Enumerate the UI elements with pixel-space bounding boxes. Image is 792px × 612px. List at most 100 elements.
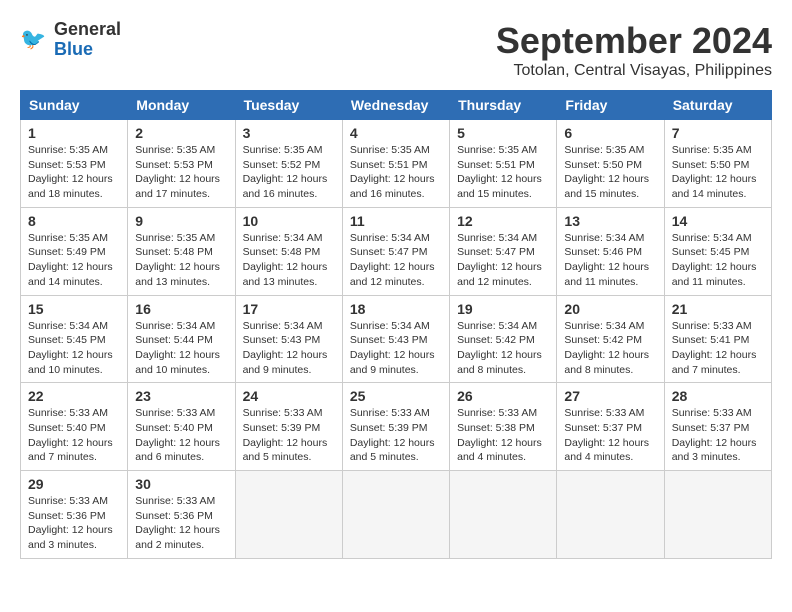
day-number: 10	[243, 213, 335, 229]
day-number: 26	[457, 388, 549, 404]
day-number: 4	[350, 125, 442, 141]
title-block: September 2024 Totolan, Central Visayas,…	[496, 20, 772, 80]
day-number: 11	[350, 213, 442, 229]
day-info: Sunrise: 5:34 AM Sunset: 5:43 PM Dayligh…	[243, 319, 335, 378]
calendar-cell: 21 Sunrise: 5:33 AM Sunset: 5:41 PM Dayli…	[664, 295, 771, 383]
calendar-header-row: SundayMondayTuesdayWednesdayThursdayFrid…	[21, 91, 772, 120]
day-number: 6	[564, 125, 656, 141]
calendar-cell: 6Sunrise: 5:35 AM Sunset: 5:50 PM Daylig…	[557, 120, 664, 208]
col-header-thursday: Thursday	[450, 91, 557, 120]
day-number: 29	[28, 476, 120, 492]
day-number: 23	[135, 388, 227, 404]
col-header-monday: Monday	[128, 91, 235, 120]
day-info: Sunrise: 5:35 AM Sunset: 5:53 PM Dayligh…	[135, 143, 227, 202]
calendar-cell: 14 Sunrise: 5:34 AM Sunset: 5:45 PM Dayli…	[664, 207, 771, 295]
day-info: Sunrise: 5:33 AM Sunset: 5:40 PM Dayligh…	[135, 406, 227, 465]
calendar-cell: 19 Sunrise: 5:34 AM Sunset: 5:42 PM Dayli…	[450, 295, 557, 383]
day-number: 1	[28, 125, 120, 141]
calendar-cell: 23 Sunrise: 5:33 AM Sunset: 5:40 PM Dayli…	[128, 383, 235, 471]
month-title: September 2024	[496, 20, 772, 62]
calendar-cell	[557, 471, 664, 559]
day-number: 20	[564, 301, 656, 317]
day-info: Sunrise: 5:33 AM Sunset: 5:36 PM Dayligh…	[28, 494, 120, 553]
calendar-cell: 25 Sunrise: 5:33 AM Sunset: 5:39 PM Dayli…	[342, 383, 449, 471]
calendar-cell: 27 Sunrise: 5:33 AM Sunset: 5:37 PM Dayli…	[557, 383, 664, 471]
day-number: 16	[135, 301, 227, 317]
week-row-3: 22Sunrise: 5:33 AM Sunset: 5:40 PM Dayli…	[21, 383, 772, 471]
calendar-cell: 16 Sunrise: 5:34 AM Sunset: 5:44 PM Dayli…	[128, 295, 235, 383]
calendar-cell: 28 Sunrise: 5:33 AM Sunset: 5:37 PM Dayli…	[664, 383, 771, 471]
col-header-wednesday: Wednesday	[342, 91, 449, 120]
day-number: 8	[28, 213, 120, 229]
day-number: 13	[564, 213, 656, 229]
calendar-cell: 3Sunrise: 5:35 AM Sunset: 5:52 PM Daylig…	[235, 120, 342, 208]
day-number: 19	[457, 301, 549, 317]
calendar-cell: 5 Sunrise: 5:35 AM Sunset: 5:51 PM Daylig…	[450, 120, 557, 208]
calendar-cell: 30Sunrise: 5:33 AM Sunset: 5:36 PM Dayli…	[128, 471, 235, 559]
calendar-cell: 11 Sunrise: 5:34 AM Sunset: 5:47 PM Dayli…	[342, 207, 449, 295]
day-number: 21	[672, 301, 764, 317]
calendar-cell: 1 Sunrise: 5:35 AM Sunset: 5:53 PM Daylig…	[21, 120, 128, 208]
calendar-cell: 15 Sunrise: 5:34 AM Sunset: 5:45 PM Dayli…	[21, 295, 128, 383]
day-info: Sunrise: 5:34 AM Sunset: 5:42 PM Dayligh…	[457, 319, 549, 378]
day-number: 28	[672, 388, 764, 404]
calendar-cell: 13 Sunrise: 5:34 AM Sunset: 5:46 PM Dayli…	[557, 207, 664, 295]
day-number: 9	[135, 213, 227, 229]
day-number: 30	[135, 476, 227, 492]
day-info: Sunrise: 5:33 AM Sunset: 5:39 PM Dayligh…	[243, 406, 335, 465]
day-info: Sunrise: 5:35 AM Sunset: 5:52 PM Dayligh…	[243, 143, 335, 202]
calendar-cell: 29 Sunrise: 5:33 AM Sunset: 5:36 PM Dayli…	[21, 471, 128, 559]
day-info: Sunrise: 5:33 AM Sunset: 5:37 PM Dayligh…	[672, 406, 764, 465]
day-number: 27	[564, 388, 656, 404]
day-info: Sunrise: 5:34 AM Sunset: 5:43 PM Dayligh…	[350, 319, 442, 378]
week-row-0: 1 Sunrise: 5:35 AM Sunset: 5:53 PM Daylig…	[21, 120, 772, 208]
calendar-cell	[235, 471, 342, 559]
day-info: Sunrise: 5:35 AM Sunset: 5:53 PM Dayligh…	[28, 143, 120, 202]
col-header-saturday: Saturday	[664, 91, 771, 120]
day-number: 24	[243, 388, 335, 404]
calendar-table: SundayMondayTuesdayWednesdayThursdayFrid…	[20, 90, 772, 559]
col-header-tuesday: Tuesday	[235, 91, 342, 120]
day-number: 12	[457, 213, 549, 229]
location-title: Totolan, Central Visayas, Philippines	[496, 62, 772, 80]
day-info: Sunrise: 5:34 AM Sunset: 5:48 PM Dayligh…	[243, 231, 335, 290]
col-header-friday: Friday	[557, 91, 664, 120]
calendar-cell	[664, 471, 771, 559]
day-number: 7	[672, 125, 764, 141]
calendar-cell	[342, 471, 449, 559]
calendar-cell: 4 Sunrise: 5:35 AM Sunset: 5:51 PM Daylig…	[342, 120, 449, 208]
day-info: Sunrise: 5:34 AM Sunset: 5:47 PM Dayligh…	[350, 231, 442, 290]
day-number: 15	[28, 301, 120, 317]
day-info: Sunrise: 5:34 AM Sunset: 5:44 PM Dayligh…	[135, 319, 227, 378]
calendar-cell: 8 Sunrise: 5:35 AM Sunset: 5:49 PM Daylig…	[21, 207, 128, 295]
day-number: 14	[672, 213, 764, 229]
logo: 🐦 General Blue	[20, 20, 121, 60]
day-info: Sunrise: 5:33 AM Sunset: 5:37 PM Dayligh…	[564, 406, 656, 465]
calendar-cell: 7Sunrise: 5:35 AM Sunset: 5:50 PM Daylig…	[664, 120, 771, 208]
day-info: Sunrise: 5:35 AM Sunset: 5:51 PM Dayligh…	[350, 143, 442, 202]
logo-icon: 🐦	[20, 25, 50, 55]
week-row-4: 29 Sunrise: 5:33 AM Sunset: 5:36 PM Dayli…	[21, 471, 772, 559]
day-info: Sunrise: 5:33 AM Sunset: 5:39 PM Dayligh…	[350, 406, 442, 465]
day-info: Sunrise: 5:34 AM Sunset: 5:46 PM Dayligh…	[564, 231, 656, 290]
col-header-sunday: Sunday	[21, 91, 128, 120]
day-info: Sunrise: 5:34 AM Sunset: 5:42 PM Dayligh…	[564, 319, 656, 378]
day-info: Sunrise: 5:34 AM Sunset: 5:45 PM Dayligh…	[28, 319, 120, 378]
calendar-cell: 12Sunrise: 5:34 AM Sunset: 5:47 PM Dayli…	[450, 207, 557, 295]
day-info: Sunrise: 5:35 AM Sunset: 5:49 PM Dayligh…	[28, 231, 120, 290]
day-info: Sunrise: 5:35 AM Sunset: 5:51 PM Dayligh…	[457, 143, 549, 202]
day-info: Sunrise: 5:33 AM Sunset: 5:41 PM Dayligh…	[672, 319, 764, 378]
svg-text:🐦: 🐦	[20, 28, 46, 51]
day-number: 5	[457, 125, 549, 141]
day-info: Sunrise: 5:35 AM Sunset: 5:48 PM Dayligh…	[135, 231, 227, 290]
day-info: Sunrise: 5:33 AM Sunset: 5:40 PM Dayligh…	[28, 406, 120, 465]
calendar-cell: 18Sunrise: 5:34 AM Sunset: 5:43 PM Dayli…	[342, 295, 449, 383]
week-row-2: 15 Sunrise: 5:34 AM Sunset: 5:45 PM Dayli…	[21, 295, 772, 383]
calendar-cell: 22Sunrise: 5:33 AM Sunset: 5:40 PM Dayli…	[21, 383, 128, 471]
day-info: Sunrise: 5:34 AM Sunset: 5:45 PM Dayligh…	[672, 231, 764, 290]
day-number: 25	[350, 388, 442, 404]
page-header: 🐦 General Blue September 2024 Totolan, C…	[20, 20, 772, 80]
calendar-cell: 20 Sunrise: 5:34 AM Sunset: 5:42 PM Dayli…	[557, 295, 664, 383]
calendar-cell: 9 Sunrise: 5:35 AM Sunset: 5:48 PM Daylig…	[128, 207, 235, 295]
day-number: 2	[135, 125, 227, 141]
